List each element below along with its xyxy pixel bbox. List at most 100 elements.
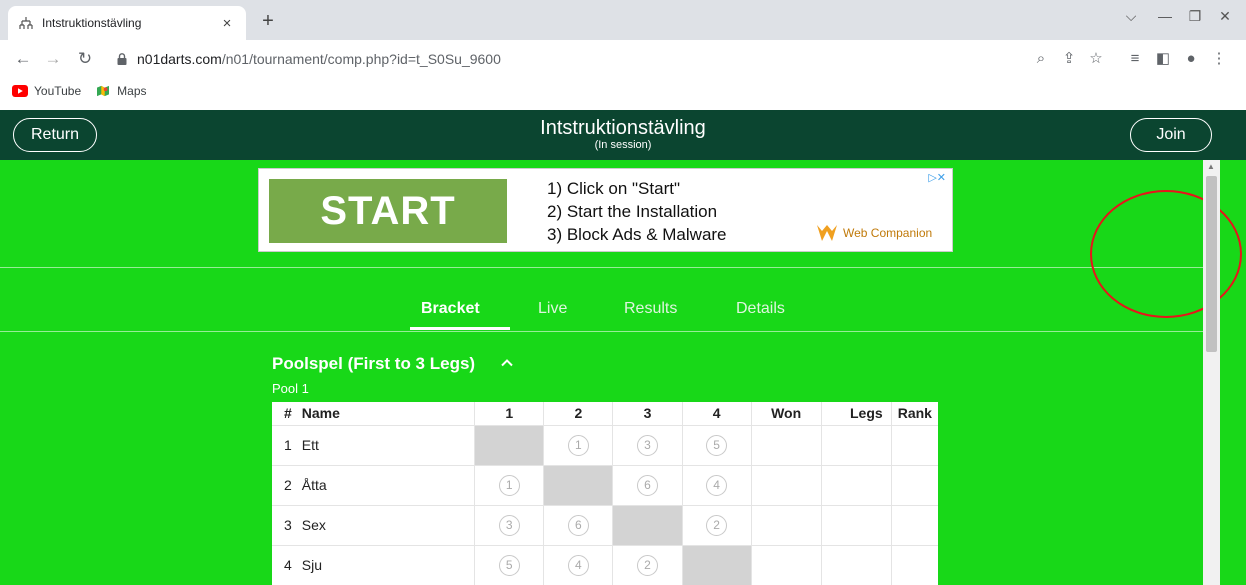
won-cell: [751, 464, 822, 505]
adchoices-icon[interactable]: ▷✕: [928, 171, 946, 184]
pool-table-body: 1 Ett 1 3 5 2 Åtta 1 6 4 3 Sex 3 6 2 4 Sju 5 4 2: [272, 424, 938, 585]
divider: [0, 267, 1203, 268]
ad-brand-label: Web Companion: [843, 226, 933, 240]
pool-heading[interactable]: Poolspel (First to 3 Legs): [272, 354, 475, 374]
profile-avatar-icon[interactable]: ●: [1180, 50, 1202, 68]
match-cell: [612, 504, 683, 545]
scroll-up-arrow-icon[interactable]: ▲: [1207, 162, 1215, 171]
player-name: Åtta: [295, 464, 476, 505]
match-cell[interactable]: 4: [543, 544, 614, 585]
player-name: Sex: [295, 504, 476, 545]
close-tab-icon[interactable]: ×: [218, 15, 236, 32]
forward-icon[interactable]: →: [42, 50, 64, 68]
table-row: 1 Ett 1 3 5: [272, 424, 938, 465]
address-bar[interactable]: n01darts.com/n01/tournament/comp.php?id=…: [115, 44, 945, 74]
rank-cell: [891, 544, 938, 585]
legs-cell: [821, 424, 892, 465]
legs-cell: [821, 544, 892, 585]
table-row: 4 Sju 5 4 2: [272, 544, 938, 585]
reading-list-icon[interactable]: ≡: [1124, 50, 1146, 68]
player-name: Sju: [295, 544, 476, 585]
match-number-badge[interactable]: 6: [567, 514, 589, 536]
column-header: 3: [612, 402, 683, 425]
tab-details[interactable]: Details: [736, 300, 785, 318]
share-icon[interactable]: ⇪: [1058, 50, 1080, 68]
column-header: Won: [751, 402, 822, 425]
ad-banner[interactable]: START 1) Click on "Start" 2) Start the I…: [258, 168, 953, 252]
youtube-icon: [12, 85, 28, 97]
table-header-row: # Name 1 2 3 4 Won Legs Rank: [272, 402, 938, 425]
match-number-badge[interactable]: 2: [636, 554, 658, 576]
match-cell: [543, 464, 614, 505]
rank-cell: [891, 424, 938, 465]
match-number-badge[interactable]: 5: [706, 434, 728, 456]
chevron-up-icon[interactable]: [500, 356, 514, 370]
minimize-icon[interactable]: —: [1150, 8, 1180, 24]
match-number-badge[interactable]: 4: [706, 474, 728, 496]
join-button[interactable]: Join: [1130, 118, 1212, 152]
browser-tab[interactable]: Intstruktionstävling ×: [8, 6, 246, 40]
match-cell[interactable]: 1: [474, 464, 545, 505]
tab-bracket[interactable]: Bracket: [421, 300, 480, 318]
ad-start-button[interactable]: START: [269, 179, 507, 243]
rank-cell: [891, 464, 938, 505]
match-number-badge[interactable]: 1: [498, 474, 520, 496]
tab-title: Intstruktionstävling: [42, 16, 142, 30]
menu-kebab-icon[interactable]: ⋮: [1208, 50, 1230, 68]
close-window-icon[interactable]: ✕: [1210, 8, 1240, 25]
tab-results[interactable]: Results: [624, 300, 677, 318]
match-cell[interactable]: 1: [543, 424, 614, 465]
tab-search-icon[interactable]: ⌵: [1116, 8, 1146, 25]
match-cell[interactable]: 2: [682, 504, 752, 545]
ad-step: 3) Block Ads & Malware: [547, 225, 727, 244]
match-cell: [682, 544, 752, 585]
legs-cell: [821, 504, 892, 545]
row-number: 3: [272, 504, 296, 545]
match-cell[interactable]: 3: [474, 504, 545, 545]
table-row: 2 Åtta 1 6 4: [272, 464, 938, 505]
column-header: 1: [474, 402, 545, 425]
row-number: 2: [272, 464, 296, 505]
column-header: #: [283, 405, 292, 422]
match-number-badge[interactable]: 1: [567, 434, 589, 456]
column-header: Rank: [897, 405, 932, 422]
player-name: Ett: [295, 424, 476, 465]
match-number-badge[interactable]: 3: [498, 514, 520, 536]
reload-icon[interactable]: ↻: [74, 50, 96, 68]
bookmark-maps[interactable]: Maps: [95, 84, 147, 98]
match-number-badge[interactable]: 6: [636, 474, 658, 496]
column-header: 4: [682, 402, 752, 425]
match-cell[interactable]: 6: [612, 464, 683, 505]
match-cell[interactable]: 5: [474, 544, 545, 585]
match-cell[interactable]: 2: [612, 544, 683, 585]
active-tab-indicator: [410, 327, 510, 330]
column-header: Name: [295, 402, 476, 425]
side-panel-icon[interactable]: ◧: [1152, 50, 1174, 68]
match-cell[interactable]: 6: [543, 504, 614, 545]
match-number-badge[interactable]: 2: [706, 514, 728, 536]
back-icon[interactable]: ←: [12, 50, 34, 68]
bookmark-youtube[interactable]: YouTube: [12, 84, 81, 98]
match-cell[interactable]: 4: [682, 464, 752, 505]
won-cell: [751, 544, 822, 585]
match-number-badge[interactable]: 3: [636, 434, 658, 456]
new-tab-button[interactable]: +: [256, 10, 280, 32]
page-scrollbar[interactable]: ▲: [1203, 160, 1220, 585]
page-tabs: Bracket Live Results Details: [0, 300, 1203, 330]
match-number-badge[interactable]: 4: [567, 554, 589, 576]
bookmarks-bar: YouTube Maps: [0, 78, 1246, 104]
match-cell[interactable]: 5: [682, 424, 752, 465]
scroll-thumb[interactable]: [1206, 176, 1217, 352]
divider: [0, 331, 1203, 332]
restore-icon[interactable]: ❐: [1180, 8, 1210, 25]
url-text: n01darts.com/n01/tournament/comp.php?id=…: [137, 51, 501, 67]
match-cell: [474, 424, 545, 465]
web-companion-logo-icon: [817, 225, 837, 241]
url-path: /n01/tournament/comp.php?id=t_S0Su_9600: [221, 51, 501, 67]
zoom-icon[interactable]: ⌕: [1030, 50, 1052, 68]
match-number-badge[interactable]: 5: [498, 554, 520, 576]
tab-live[interactable]: Live: [538, 300, 567, 318]
ad-step: 2) Start the Installation: [547, 202, 718, 221]
bookmark-star-icon[interactable]: ☆: [1085, 50, 1107, 68]
match-cell[interactable]: 3: [612, 424, 683, 465]
